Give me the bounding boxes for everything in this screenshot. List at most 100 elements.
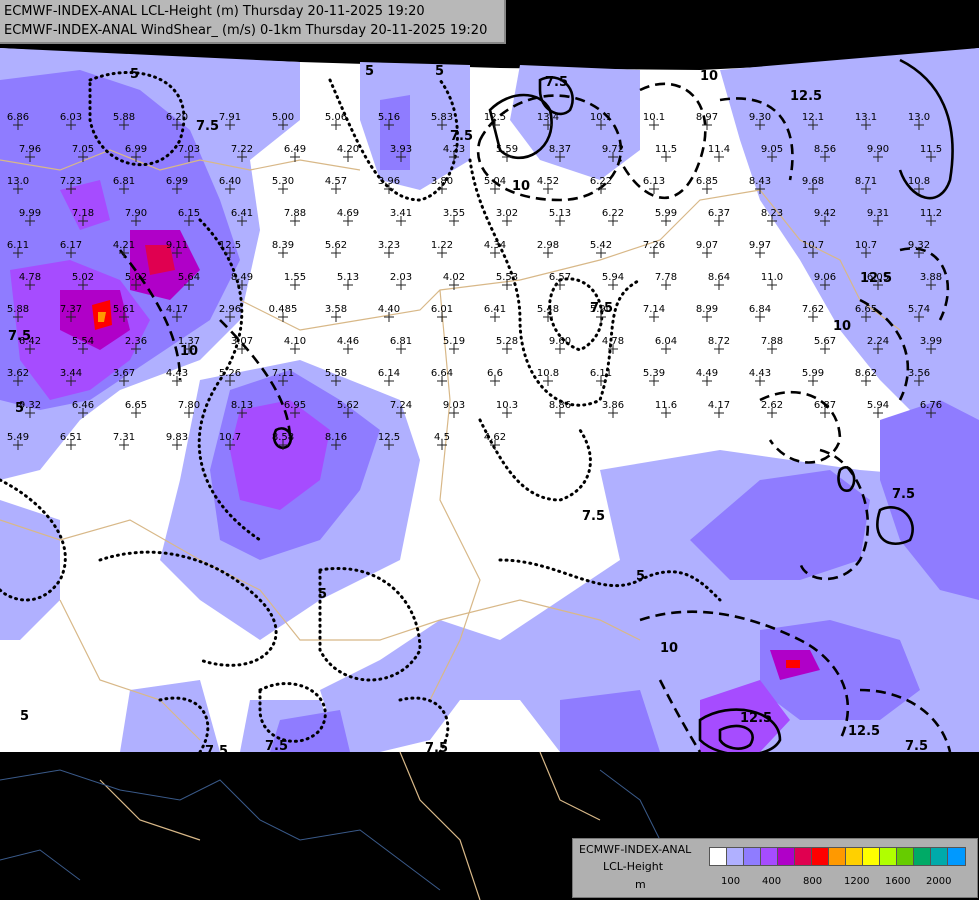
contour-label: 7.5 — [892, 487, 915, 502]
value-text: 6.49 — [284, 144, 306, 155]
value-text: 5.02 — [72, 272, 94, 283]
contour-label: 7.5 — [582, 509, 605, 524]
value-text: 7.78 — [655, 272, 677, 283]
value-text: 7.22 — [231, 144, 253, 155]
value-text: 12.5 — [484, 112, 506, 123]
value-text: 13.4 — [537, 112, 559, 123]
title-line-2: ECMWF-INDEX-ANAL WindShear_ (m/s) 0-1km … — [4, 23, 488, 38]
value-text: 9.42 — [814, 208, 836, 219]
value-text: 11.2 — [920, 208, 942, 219]
value-text: 3.99 — [920, 336, 942, 347]
value-text: 6.57 — [549, 272, 571, 283]
value-text: 6.03 — [60, 112, 82, 123]
value-text: 6.11 — [7, 240, 29, 251]
value-text: 13.0 — [908, 112, 930, 123]
value-text: 6.04 — [655, 336, 677, 347]
legend-tick-label: 400 — [762, 876, 782, 887]
value-text: 4.43 — [166, 368, 188, 379]
value-text: 8.13 — [231, 400, 253, 411]
value-text: 1.55 — [284, 272, 306, 283]
contour-label: 7.5 — [425, 741, 448, 756]
value-text: 9.31 — [867, 208, 889, 219]
value-text: 6.14 — [378, 368, 400, 379]
value-text: 6.95 — [284, 400, 306, 411]
value-text: 9.05 — [761, 144, 783, 155]
value-text: 5.30 — [272, 176, 294, 187]
contour-label: 12.5 — [848, 724, 880, 739]
value-text: 3.86 — [602, 400, 624, 411]
value-text: 6.22 — [590, 176, 612, 187]
value-text: 10.7 — [802, 240, 824, 251]
value-text: 8.71 — [855, 176, 877, 187]
value-text: 10.7 — [219, 432, 241, 443]
value-text: 5.99 — [655, 208, 677, 219]
value-text: 2.24 — [867, 336, 889, 347]
value-text: 9.72 — [602, 144, 624, 155]
value-text: 5.26 — [219, 368, 241, 379]
value-text: 4.69 — [337, 208, 359, 219]
value-text: 9.99 — [19, 208, 41, 219]
value-text: 7.62 — [802, 304, 824, 315]
value-text: 3.96 — [378, 176, 400, 187]
value-text: 8.62 — [855, 368, 877, 379]
color-legend: ECMWF-INDEX-ANAL LCL-Height m 100 400 800 1… — [572, 838, 978, 898]
value-text: 4.17 — [166, 304, 188, 315]
weather-map: 5 7.5 5 5 7.5 10 7.5 10 12.5 10 12.5 7.5… — [0, 48, 979, 900]
value-text: 9.97 — [749, 240, 771, 251]
value-text: 7.24 — [390, 400, 412, 411]
value-text: 10.1 — [590, 112, 612, 123]
contour-label: 5 — [20, 709, 29, 724]
value-text: 8.37 — [549, 144, 571, 155]
value-text: 6.41 — [484, 304, 506, 315]
value-text: 11.0 — [761, 272, 783, 283]
value-text: 3.93 — [390, 144, 412, 155]
value-text: 7.26 — [643, 240, 665, 251]
value-text: 3.58 — [325, 304, 347, 315]
value-text: 10.7 — [855, 240, 877, 251]
contour-label: 7.5 — [545, 75, 568, 90]
value-text: 4.62 — [484, 432, 506, 443]
value-text: 9.60 — [549, 336, 571, 347]
value-text: 7.80 — [178, 400, 200, 411]
value-text: 6.05 — [867, 272, 889, 283]
value-text: 3.44 — [60, 368, 82, 379]
value-text: 7.88 — [284, 208, 306, 219]
value-text: 3.55 — [443, 208, 465, 219]
value-text: 5.02 — [125, 272, 147, 283]
value-text: 5.04 — [484, 176, 506, 187]
legend-tick-label: 1600 — [885, 876, 911, 887]
contour-label: 5 — [365, 64, 374, 79]
value-text: 8.64 — [708, 272, 730, 283]
value-text: 10.8 — [908, 176, 930, 187]
value-text: 5.00 — [272, 112, 294, 123]
value-text: 2.03 — [390, 272, 412, 283]
contour-label: 5 — [636, 569, 645, 584]
value-text: 6.87 — [814, 400, 836, 411]
value-text: 4.57 — [325, 176, 347, 187]
title-line-1: ECMWF-INDEX-ANAL LCL-Height (m) Thursday… — [4, 4, 425, 19]
contour-label: 7.5 — [450, 129, 473, 144]
value-text: 5.16 — [378, 112, 400, 123]
contour-label: 5 — [318, 587, 327, 602]
contour-label: 7.5 — [196, 119, 219, 134]
value-text: 5.48 — [537, 304, 559, 315]
value-text: 8.16 — [325, 432, 347, 443]
contour-label: 5 — [130, 67, 139, 82]
value-text: 9.32 — [908, 240, 930, 251]
value-text: 5.19 — [443, 336, 465, 347]
value-text: 3.56 — [908, 368, 930, 379]
value-text: 6.11 — [590, 368, 612, 379]
value-text: 5.62 — [325, 240, 347, 251]
value-text: 6.15 — [178, 208, 200, 219]
value-text: 4.10 — [284, 336, 306, 347]
value-text: 7.03 — [178, 144, 200, 155]
value-text: 6.81 — [390, 336, 412, 347]
value-text: 5.88 — [7, 304, 29, 315]
value-text: 6.85 — [696, 176, 718, 187]
value-text: 4.78 — [19, 272, 41, 283]
value-text: 2.98 — [537, 240, 559, 251]
value-text: 11.4 — [708, 144, 730, 155]
value-text: 6.40 — [219, 176, 241, 187]
value-text: 6.46 — [72, 400, 94, 411]
legend-title: ECMWF-INDEX-ANAL — [579, 843, 692, 856]
